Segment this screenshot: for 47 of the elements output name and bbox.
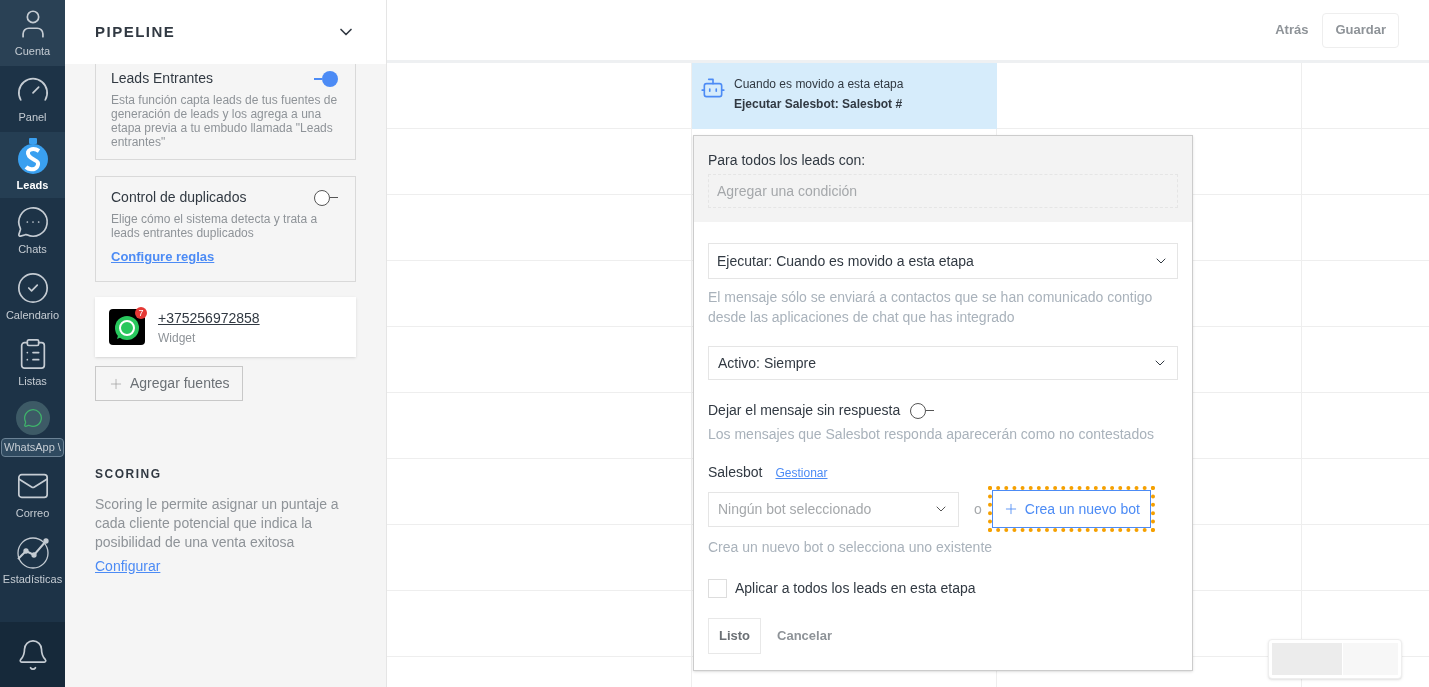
or-label: o [974,499,982,519]
nav-item[interactable]: Cuenta [0,0,65,66]
nav-item[interactable]: Listas [0,330,65,396]
done-button[interactable]: Listo [708,618,762,654]
condition-field[interactable]: Agregar una condición [708,174,1178,208]
active-select[interactable]: Activo: Siempre [708,346,1178,380]
card-description: Elige cómo el sistema detecta y trata a leads entrantes duplicados [111,212,319,240]
panel-title: PIPELINE [95,21,176,42]
line-chart-icon [14,534,51,569]
notification-badge: 7 [135,307,147,319]
dollar-bag-icon [15,136,50,175]
toggle-switch[interactable] [314,69,340,88]
nav-item[interactable]: Estadísticas [0,528,65,594]
nav-item[interactable]: Panel [0,66,65,132]
whatsapp-icon [15,401,50,436]
scoring-description: Scoring le permite asignar un puntaje a cada cliente potencial que indica la posibilidad de una venta exitosa [95,495,340,552]
add-sources-button[interactable]: Agregar fuentes [95,366,243,401]
manage-link[interactable]: Gestionar [775,463,828,482]
nav-item[interactable]: Chats [0,198,65,264]
nav-item[interactable]: WhatsApp \ [0,396,65,462]
stage-card[interactable]: Cuando es movido a esta etapa Ejecutar Salesbot: Salesbot # [692,63,997,129]
card-title: Leads Entrantes [111,69,213,88]
checkbox-label: Aplicar a todos los leads en esta etapa [735,579,976,598]
nav-item[interactable] [0,622,65,687]
card-description: Esta función capta leads de tus fuentes de generación de leads y los agrega a una etapa previa a tu embudo llamada "Leads entrantes" [111,93,339,149]
salesbot-label: Salesbot [708,463,763,482]
unanswered-hint: Los mensajes que Salesbot responda aparecerán como no contestados [708,425,1155,444]
phone-link[interactable]: +375256972858 [158,307,260,329]
toggle-switch[interactable] [314,188,340,207]
checkbox[interactable] [708,579,727,598]
check-circle-icon [15,270,50,305]
stage-action: Ejecutar Salesbot: Salesbot # [734,96,904,113]
toggle-switch[interactable] [910,401,937,420]
nav-item[interactable]: Correo [0,462,65,528]
nav-item[interactable]: Leads [0,132,65,198]
execute-select[interactable]: Ejecutar: Cuando es movido a esta etapa [708,243,1178,279]
stage-trigger: Cuando es movido a esta etapa [734,76,904,93]
card-title: Control de duplicados [111,188,247,207]
source-subtitle: Widget [158,329,197,347]
condition-label: Para todos los leads con: [708,151,867,170]
execute-hint: El mensaje sólo se enviará a contactos que se han comunicado contigo desde las aplicaciones de chat que has integrado [708,288,1154,327]
section-title: SCORING [95,466,163,483]
unanswered-label: Dejar el mensaje sin respuesta [708,401,901,420]
chat-bubble-icon [15,204,50,239]
nav-item[interactable]: Calendario [0,264,65,330]
whatsapp-logo-icon [109,309,145,345]
bot-hint: Crea un nuevo bot o selecciona uno existente [708,538,994,557]
